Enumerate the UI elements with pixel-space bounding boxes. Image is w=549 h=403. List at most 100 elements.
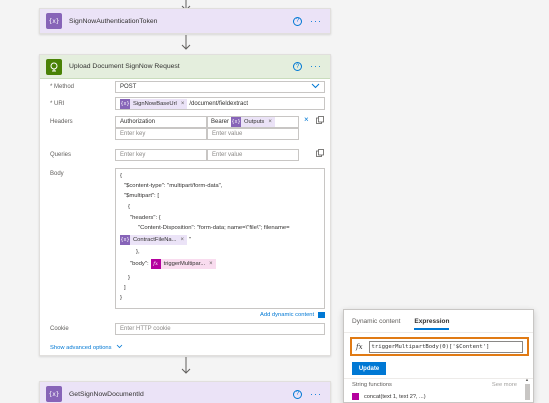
body-line: {x} ContractFileNa... × " <box>118 235 191 245</box>
uri-input[interactable]: {x} SignNowBaseUrl × /document/fieldextr… <box>115 97 325 110</box>
expression-input[interactable]: triggerMultipartBody(0)['$Content'] <box>368 340 523 353</box>
headers-label: Headers <box>50 119 73 125</box>
card-title: SignNowAuthenticationToken <box>69 17 158 25</box>
query-key-input[interactable]: Enter key <box>115 149 207 161</box>
more-options-icon[interactable]: ··· <box>310 389 322 399</box>
body-line: "body": fx triggerMultipar... × <box>130 259 218 269</box>
help-icon[interactable]: ? <box>293 16 302 26</box>
trigger-multipart-token[interactable]: fx triggerMultipar... × <box>150 259 216 269</box>
body-text: "body": <box>130 261 149 267</box>
show-advanced-label: Show advanced options <box>50 344 112 351</box>
body-line: { <box>128 204 130 210</box>
add-dynamic-content-link[interactable]: Add dynamic content <box>260 312 314 318</box>
dynamic-content-icon[interactable] <box>318 312 325 318</box>
help-icon[interactable]: ? <box>293 62 302 71</box>
outputs-token[interactable]: {x} Outputs × <box>231 117 275 127</box>
chevron-down-icon <box>311 83 320 91</box>
update-button[interactable]: Update <box>352 362 386 375</box>
method-select[interactable]: POST <box>115 81 325 93</box>
remove-token-icon[interactable]: × <box>209 261 213 267</box>
token-label: triggerMultipar... <box>163 261 206 267</box>
uri-token-label: SignNowBaseUrl <box>133 100 177 107</box>
more-options-icon[interactable]: ··· <box>310 16 322 26</box>
uri-suffix: /document/fieldextract <box>189 100 249 107</box>
card-title: Upload Document SignNow Request <box>69 63 180 70</box>
uri-label: * URI <box>50 101 65 107</box>
scroll-up-icon[interactable]: ▲ <box>525 378 529 382</box>
header-key-1[interactable]: Authorization <box>115 116 207 128</box>
variable-icon: {x} <box>120 98 130 109</box>
body-editor[interactable]: { "$content-type": "multipart/form-data"… <box>115 168 325 309</box>
placeholder-text: Enter key <box>120 152 146 158</box>
globe-icon <box>46 58 62 75</box>
variable-icon: {x} <box>120 235 130 245</box>
copy-icon[interactable] <box>316 149 324 159</box>
fx-icon: fx <box>150 259 161 269</box>
card-title: GetSignNowDocumentId <box>69 390 144 398</box>
placeholder-text: Enter value <box>212 131 243 137</box>
show-advanced-options-link[interactable]: Show advanced options <box>50 344 123 351</box>
divider <box>344 378 533 379</box>
action-card-get-doc-id[interactable]: {x} GetSignNowDocumentId ? ··· <box>39 381 331 403</box>
cookie-input[interactable]: Enter HTTP cookie <box>115 323 325 335</box>
body-label: Body <box>50 171 64 177</box>
variable-icon: {x} <box>46 386 62 402</box>
queries-label: Queries <box>50 152 72 158</box>
connector-arrow-icon <box>180 357 192 374</box>
contract-filename-token[interactable]: {x} ContractFileNa... × <box>120 235 188 245</box>
header-value-prefix: Bearer <box>211 119 230 125</box>
flow-designer-canvas: {x} SignNowAuthenticationToken ? ··· Upl… <box>0 0 549 403</box>
function-label: concat(text 1, text 2?, ...) <box>364 393 426 400</box>
section-title: String functions <box>352 382 392 388</box>
variable-icon: {x} <box>231 117 242 127</box>
remove-token-icon[interactable]: × <box>181 101 185 107</box>
tab-dynamic-content[interactable]: Dynamic content <box>352 310 400 332</box>
action-card-auth-token[interactable]: {x} SignNowAuthenticationToken ? ··· <box>39 8 331 34</box>
outputs-token-label: Outputs <box>244 119 265 125</box>
tab-expression[interactable]: Expression <box>414 310 450 332</box>
header-key-1-value: Authorization <box>120 119 156 125</box>
body-line: "$content-type": "multipart/form-data", <box>124 183 223 189</box>
scrollbar[interactable]: ▲ <box>525 378 530 402</box>
body-line: } <box>128 275 130 281</box>
panel-tabs: Dynamic content Expression <box>344 310 533 332</box>
header-value-placeholder[interactable]: Enter value <box>207 128 299 140</box>
header-value-1[interactable]: Bearer {x} Outputs × <box>207 116 299 128</box>
function-item[interactable]: concat(text 1, text 2?, ...) <box>352 393 426 400</box>
expression-editor[interactable]: fx triggerMultipartBody(0)['$Content'] <box>350 337 529 356</box>
body-line: } <box>120 295 122 301</box>
method-value: POST <box>120 84 137 90</box>
copy-icon[interactable] <box>316 116 324 126</box>
card-header[interactable]: {x} SignNowAuthenticationToken ? ··· <box>40 9 330 33</box>
help-icon[interactable]: ? <box>293 389 302 399</box>
delete-header-icon[interactable]: × <box>304 116 309 124</box>
placeholder-text: Enter key <box>120 131 146 137</box>
body-line: ] <box>124 285 126 291</box>
cookie-label: Cookie <box>50 326 69 332</box>
divider <box>344 332 533 333</box>
card-header[interactable]: {x} GetSignNowDocumentId ? ··· <box>40 382 330 403</box>
action-card-upload[interactable]: Upload Document SignNow Request ? ··· * … <box>39 54 331 356</box>
more-options-icon[interactable]: ··· <box>310 62 322 71</box>
placeholder-text: Enter HTTP cookie <box>120 326 171 332</box>
dynamic-content-panel: Dynamic content Expression fx triggerMul… <box>343 309 534 403</box>
body-line: }, <box>136 249 140 255</box>
scroll-thumb[interactable] <box>525 384 530 400</box>
uri-token[interactable]: {x} SignNowBaseUrl × <box>120 98 188 109</box>
see-more-link[interactable]: See more <box>492 382 517 388</box>
header-key-placeholder[interactable]: Enter key <box>115 128 207 140</box>
placeholder-text: Enter value <box>212 152 243 158</box>
body-line: "Content-Disposition": "form-data; name=… <box>138 225 290 231</box>
chevron-down-icon <box>116 344 123 351</box>
function-icon <box>352 393 359 400</box>
remove-token-icon[interactable]: × <box>181 237 185 243</box>
query-value-input[interactable]: Enter value <box>207 149 299 161</box>
fx-icon: fx <box>356 342 363 351</box>
card-header[interactable]: Upload Document SignNow Request ? ··· <box>40 55 330 79</box>
method-label: * Method <box>50 84 75 90</box>
expression-value: triggerMultipartBody(0)['$Content'] <box>371 343 490 350</box>
body-line: { <box>120 173 122 179</box>
body-line: "$multipart": [ <box>124 193 159 199</box>
connector-arrow-icon <box>180 35 192 50</box>
remove-token-icon[interactable]: × <box>268 119 272 125</box>
